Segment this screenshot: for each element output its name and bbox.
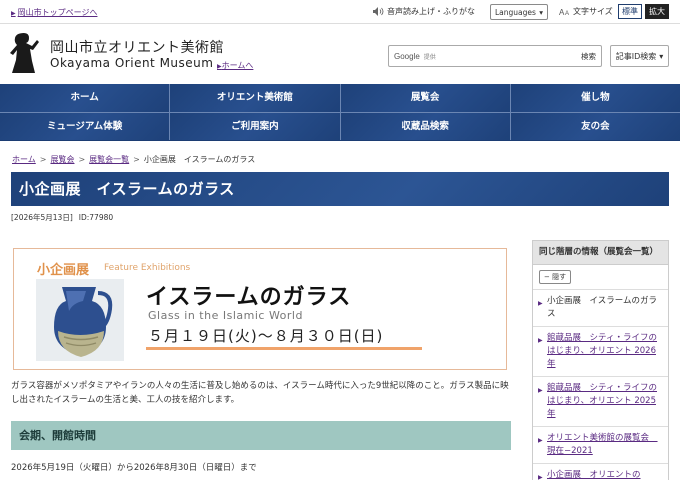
voice-reading-label: 音声読み上げ・ふりがな [387,7,475,16]
nav-item-collection-search[interactable]: 収蔵品検索 [340,113,511,140]
chevron-down-icon: ▾ [539,7,543,17]
city-top-link[interactable]: ▶ 岡山市トップページへ [11,7,97,18]
banner-accent-line [146,347,422,350]
nav-item-museum[interactable]: オリエント美術館 [170,84,341,112]
sidebar-hide-button[interactable]: − 隠す [539,270,572,284]
breadcrumb-separator: > [39,155,47,164]
font-size-text: 文字サイズ [573,7,613,16]
breadcrumb-home[interactable]: ホーム [12,155,36,164]
font-size-label: AA 文字サイズ [559,6,613,17]
minus-icon: − [544,273,550,281]
banner-tag-en: Feature Exhibitions [104,263,191,273]
triangle-icon: ▶ [538,474,543,480]
breadcrumb-current: 小企画展 イスラームのガラス [143,155,256,164]
article-id-search-button[interactable]: 記事ID検索 ▾ [610,45,669,67]
nav-row-2: ミュージアム体験 ご利用案内 収蔵品検索 友の会 [0,112,680,140]
section-heading-period: 会期、開館時間 [11,421,511,450]
article-id: ID:77980 [78,213,114,222]
triangle-icon: ▶ [538,337,543,344]
site-search: Google 提供 検索 [388,45,602,67]
sidebar-item-link[interactable]: 小企画展 オリエントの [547,470,641,480]
font-large-button[interactable]: 拡大 [645,4,669,19]
list-item: ▶ 小企画展 オリエントの [533,464,668,480]
triangle-icon: ▶ [538,300,543,307]
breadcrumb: ホーム > 展覧会 > 展覧会一覧 > 小企画展 イスラームのガラス [12,154,255,165]
nav-row-1: ホーム オリエント美術館 展覧会 催し物 [0,84,680,112]
top-bar: ▶ 岡山市トップページへ 音声読み上げ・ふりがな Languages ▾ AA 文… [0,0,680,24]
update-date: [2026年5月13日] [11,213,73,222]
sidebar-item-current: 小企画展 イスラームのガラス [547,296,657,319]
languages-select[interactable]: Languages ▾ [490,4,548,20]
list-item: ▶ 小企画展 イスラームのガラス [533,290,668,327]
sidebar-item-link[interactable]: 館蔵品展 シティ・ライフのはじまり、オリエント 2026年 [547,333,657,369]
speaker-icon [373,7,384,16]
breadcrumb-separator: > [78,155,86,164]
voice-reading-button[interactable]: 音声読み上げ・ふりがな [373,6,475,17]
page-title: 小企画展 イスラームのガラス [11,172,669,206]
font-size-icon: AA [559,8,569,16]
global-nav: ホーム オリエント美術館 展覧会 催し物 ミュージアム体験 ご利用案内 収蔵品検… [0,84,680,141]
banner-tag: 小企画展 [37,263,90,278]
triangle-icon: ▶ [11,10,16,17]
languages-label: Languages [495,7,536,17]
sidebar-item-link[interactable]: オリエント美術館の展覧会 現在−2021 [547,433,658,456]
svg-text:A: A [565,11,569,16]
font-standard-button[interactable]: 標準 [618,4,642,19]
nav-item-exhibitions[interactable]: 展覧会 [340,84,511,112]
nav-item-experience[interactable]: ミュージアム体験 [0,113,171,140]
list-item: ▶ オリエント美術館の展覧会 現在−2021 [533,427,668,464]
exhibition-banner: 小企画展 Feature Exhibitions イスラームのガラス Glass… [13,248,507,370]
triangle-icon: ▶ [538,387,543,394]
exhibition-description: ガラス容器がメソポタミアやイランの人々の生活に普及し始めるのは、イスラーム時代に… [11,381,509,405]
sidebar-list: ▶ 小企画展 イスラームのガラス ▶ 館蔵品展 シティ・ライフのはじまり、オリエント… [533,289,668,480]
exhibition-period: 2026年5月19日（火曜日）から2026年8月30日（日曜日）まで [11,463,257,473]
search-input[interactable]: 提供 [424,52,581,61]
banner-subtitle: Glass in the Islamic World [148,309,303,322]
nav-item-guide[interactable]: ご利用案内 [170,113,341,140]
glass-vessel-image [36,279,124,361]
nav-item-friends[interactable]: 友の会 [510,113,680,140]
home-link-label: ホームへ [221,61,254,70]
home-link[interactable]: ▶ホームへ [217,60,253,71]
triangle-icon: ▶ [538,437,543,444]
sidebar-item-link[interactable]: 館蔵品展 シティ・ライフのはじまり、オリエント 2025年 [547,383,657,419]
nav-item-home[interactable]: ホーム [0,84,171,112]
breadcrumb-separator: > [133,155,140,164]
site-title-en[interactable]: Okayama Orient Museum [50,56,213,70]
article-id-search-label: 記事ID検索 [615,51,657,61]
museum-logo-icon[interactable] [10,31,40,75]
sidebar-hide-label: 隠す [552,273,567,281]
breadcrumb-exhibition-list[interactable]: 展覧会一覧 [89,155,129,164]
city-top-link-label: 岡山市トップページへ [17,8,98,17]
page-meta: [2026年5月13日] ID:77980 [11,212,113,223]
sidebar: 同じ階層の情報（展覧会一覧） − 隠す ▶ 小企画展 イスラームのガラス ▶ 館蔵品… [532,240,669,480]
nav-item-events[interactable]: 催し物 [510,84,680,112]
search-button[interactable]: 検索 [581,51,596,62]
sidebar-heading: 同じ階層の情報（展覧会一覧） [533,241,668,265]
list-item: ▶ 館蔵品展 シティ・ライフのはじまり、オリエント 2026年 [533,327,668,377]
list-item: ▶ 館蔵品展 シティ・ライフのはじまり、オリエント 2025年 [533,377,668,427]
chevron-down-icon: ▾ [659,51,664,61]
banner-dates: ５月１９日(火)～８月３０日(日) [148,327,384,345]
google-logo: Google [394,51,420,61]
banner-title: イスラームのガラス [146,285,352,310]
site-title-ja[interactable]: 岡山市立オリエント美術館 [50,37,224,57]
breadcrumb-exhibitions[interactable]: 展覧会 [50,155,74,164]
